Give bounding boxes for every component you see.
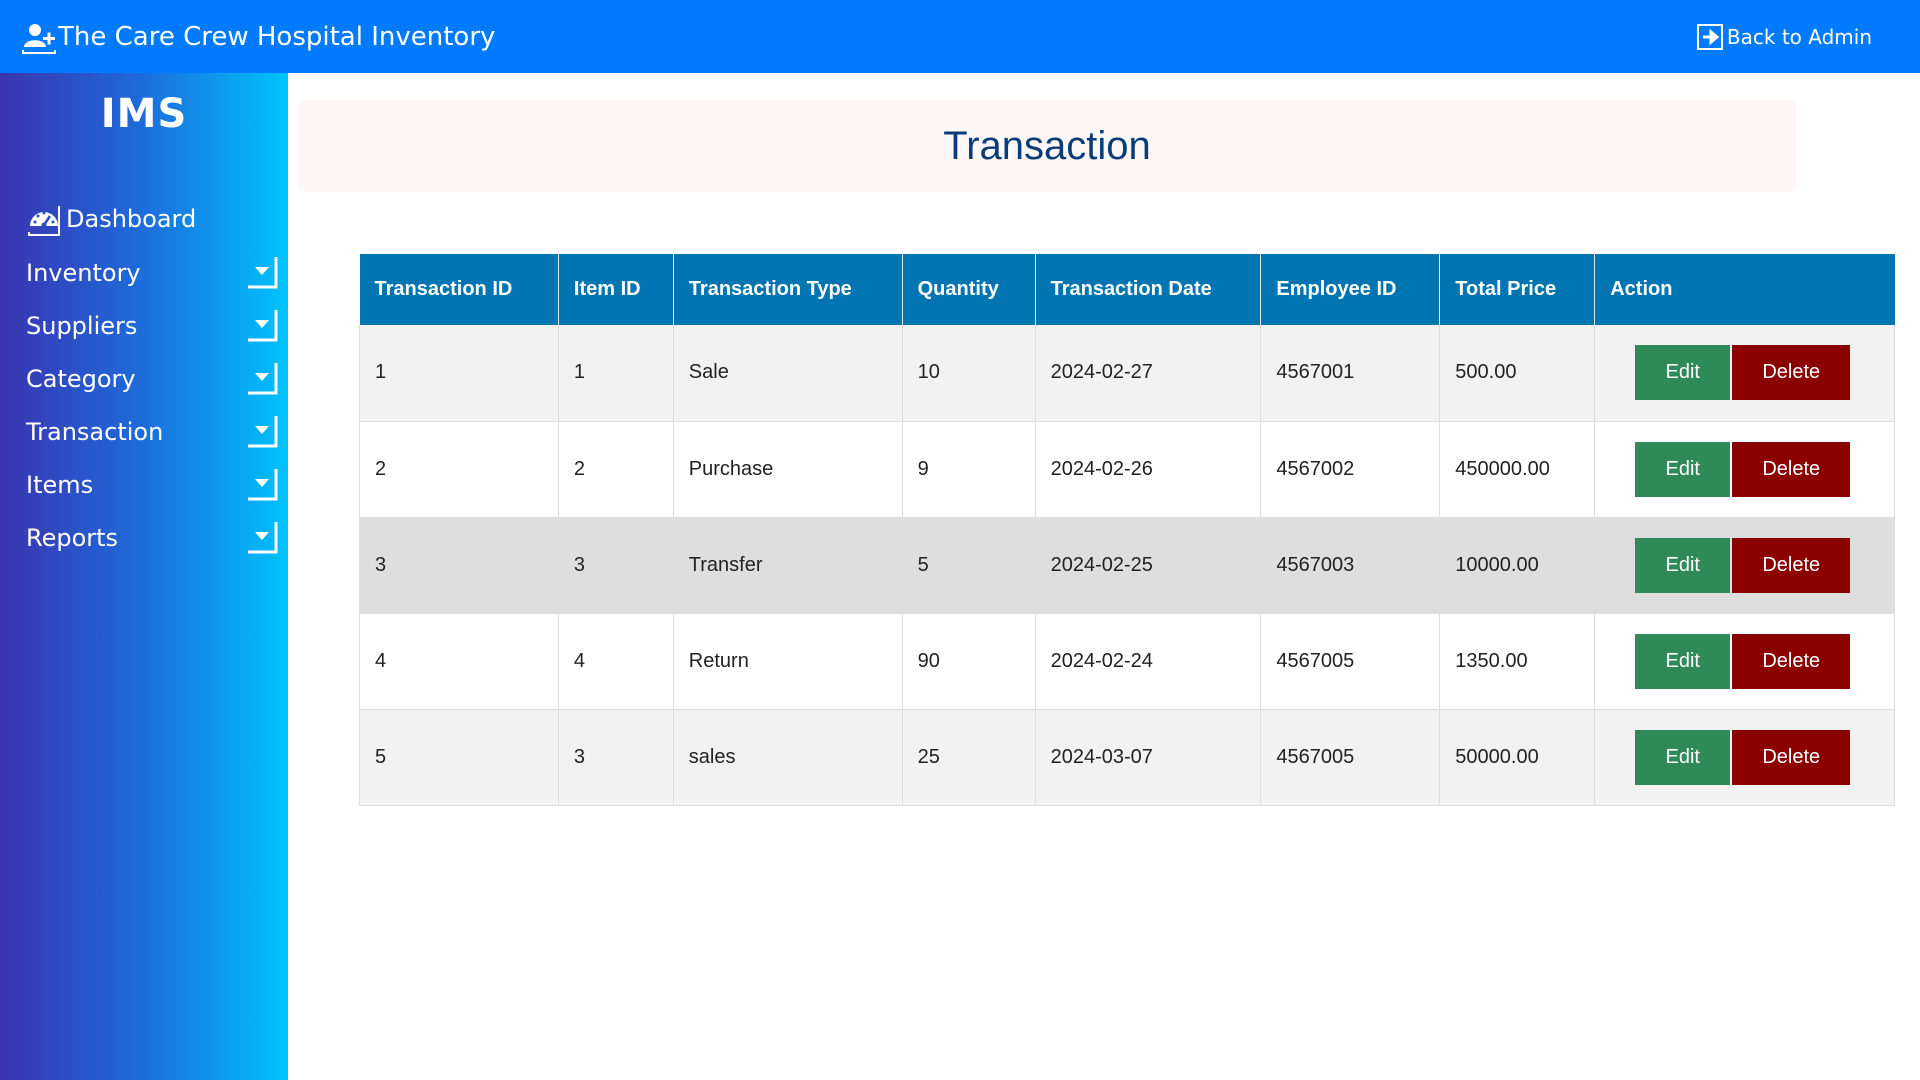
cell-total-price: 450000.00 <box>1439 421 1596 518</box>
sidebar-item-label: Reports <box>26 524 119 552</box>
cell-employee-id: 4567002 <box>1260 421 1441 518</box>
cell-transaction-id: 5 <box>359 709 559 806</box>
cell-item-id: 1 <box>558 325 674 422</box>
sidebar-item-label: Suppliers <box>26 312 138 340</box>
edit-button[interactable]: Edit <box>1635 633 1731 689</box>
caret-down-icon[interactable] <box>246 255 278 291</box>
column-header: Total Price <box>1439 254 1596 325</box>
caret-down-icon[interactable] <box>246 467 278 503</box>
cell-transaction-id: 1 <box>359 325 559 422</box>
cell-transaction-id: 3 <box>359 517 559 614</box>
cell-employee-id: 4567003 <box>1260 517 1441 614</box>
sidebar-item-suppliers[interactable]: Suppliers <box>26 306 278 346</box>
cell-transaction-type: sales <box>673 709 903 806</box>
sidebar-item-label: Inventory <box>26 259 141 287</box>
back-to-admin-link[interactable]: Back to Admin <box>1695 22 1872 52</box>
cell-quantity: 90 <box>902 613 1036 710</box>
column-header: Action <box>1594 254 1895 325</box>
cell-employee-id: 4567005 <box>1260 709 1441 806</box>
cell-total-price: 50000.00 <box>1439 709 1596 806</box>
cell-transaction-type: Transfer <box>673 517 903 614</box>
cell-action: Edit Delete <box>1594 517 1895 614</box>
table-row: 5 3 sales 25 2024-03-07 4567005 50000.00… <box>359 709 1895 806</box>
cell-total-price: 10000.00 <box>1439 517 1596 614</box>
cell-quantity: 10 <box>902 325 1036 422</box>
cell-transaction-type: Purchase <box>673 421 903 518</box>
delete-button[interactable]: Delete <box>1732 729 1851 785</box>
gauge-icon <box>26 201 62 237</box>
user-plus-icon <box>20 18 58 56</box>
back-to-admin-label: Back to Admin <box>1726 24 1872 49</box>
sidebar-item-category[interactable]: Category <box>26 359 278 399</box>
sidebar-item-dashboard[interactable]: Dashboard <box>26 201 196 237</box>
caret-down-icon[interactable] <box>246 361 278 397</box>
cell-transaction-type: Return <box>673 613 903 710</box>
edit-button[interactable]: Edit <box>1635 441 1731 497</box>
cell-item-id: 4 <box>558 613 674 710</box>
cell-item-id: 3 <box>558 709 674 806</box>
caret-down-icon[interactable] <box>246 414 278 450</box>
table-row: 1 1 Sale 10 2024-02-27 4567001 500.00 Ed… <box>359 325 1895 422</box>
cell-transaction-date: 2024-02-24 <box>1035 613 1262 710</box>
sidebar-item-items[interactable]: Items <box>26 465 278 505</box>
page-header: Transaction <box>298 100 1796 192</box>
sidebar-item-label: Dashboard <box>66 205 197 233</box>
cell-transaction-id: 2 <box>359 421 559 518</box>
delete-button[interactable]: Delete <box>1732 345 1851 401</box>
cell-item-id: 3 <box>558 517 674 614</box>
cell-quantity: 9 <box>902 421 1036 518</box>
page-title: Transaction <box>943 123 1151 168</box>
sidebar-item-reports[interactable]: Reports <box>26 518 278 558</box>
cell-action: Edit Delete <box>1594 421 1895 518</box>
table-row: 3 3 Transfer 5 2024-02-25 4567003 10000.… <box>359 517 1895 614</box>
cell-transaction-date: 2024-02-27 <box>1035 325 1262 422</box>
caret-down-icon[interactable] <box>246 308 278 344</box>
column-header: Employee ID <box>1260 254 1441 325</box>
cell-transaction-date: 2024-03-07 <box>1035 709 1262 806</box>
cell-quantity: 5 <box>902 517 1036 614</box>
sidebar-item-inventory[interactable]: Inventory <box>26 253 278 293</box>
cell-transaction-id: 4 <box>359 613 559 710</box>
cell-transaction-type: Sale <box>673 325 903 422</box>
sidebar-item-label: Category <box>26 365 136 393</box>
column-header: Transaction ID <box>359 254 559 325</box>
brand[interactable]: The Care Crew Hospital Inventory <box>0 0 495 73</box>
edit-button[interactable]: Edit <box>1635 729 1731 785</box>
sidebar-item-label: Transaction <box>26 418 164 446</box>
caret-down-icon[interactable] <box>246 520 278 556</box>
column-header: Transaction Type <box>673 254 903 325</box>
table-row: 2 2 Purchase 9 2024-02-26 4567002 450000… <box>359 421 1895 518</box>
column-header: Item ID <box>558 254 674 325</box>
cell-total-price: 1350.00 <box>1439 613 1596 710</box>
app-title: The Care Crew Hospital Inventory <box>58 21 496 52</box>
cell-transaction-date: 2024-02-25 <box>1035 517 1262 614</box>
column-header: Quantity <box>902 254 1036 325</box>
sidebar: IMS Dashboard Inventory Suppliers Catego… <box>0 73 288 1080</box>
edit-button[interactable]: Edit <box>1635 537 1731 593</box>
transaction-table: Transaction ID Item ID Transaction Type … <box>359 254 1895 806</box>
cell-quantity: 25 <box>902 709 1036 806</box>
cell-action: Edit Delete <box>1594 709 1895 806</box>
sidebar-item-transaction[interactable]: Transaction <box>26 412 278 452</box>
cell-total-price: 500.00 <box>1439 325 1596 422</box>
cell-employee-id: 4567001 <box>1260 325 1441 422</box>
cell-action: Edit Delete <box>1594 613 1895 710</box>
edit-button[interactable]: Edit <box>1635 345 1731 401</box>
sign-out-icon <box>1695 22 1725 52</box>
cell-employee-id: 4567005 <box>1260 613 1441 710</box>
delete-button[interactable]: Delete <box>1732 537 1851 593</box>
delete-button[interactable]: Delete <box>1732 633 1851 689</box>
cell-item-id: 2 <box>558 421 674 518</box>
delete-button[interactable]: Delete <box>1732 441 1851 497</box>
cell-transaction-date: 2024-02-26 <box>1035 421 1262 518</box>
table-row: 4 4 Return 90 2024-02-24 4567005 1350.00… <box>359 613 1895 710</box>
sidebar-logo: IMS <box>100 91 188 137</box>
table-header-row: Transaction ID Item ID Transaction Type … <box>359 254 1895 325</box>
column-header: Transaction Date <box>1035 254 1262 325</box>
sidebar-item-label: Items <box>26 471 94 499</box>
top-navbar: The Care Crew Hospital Inventory Back to… <box>0 0 1920 73</box>
cell-action: Edit Delete <box>1594 325 1895 422</box>
